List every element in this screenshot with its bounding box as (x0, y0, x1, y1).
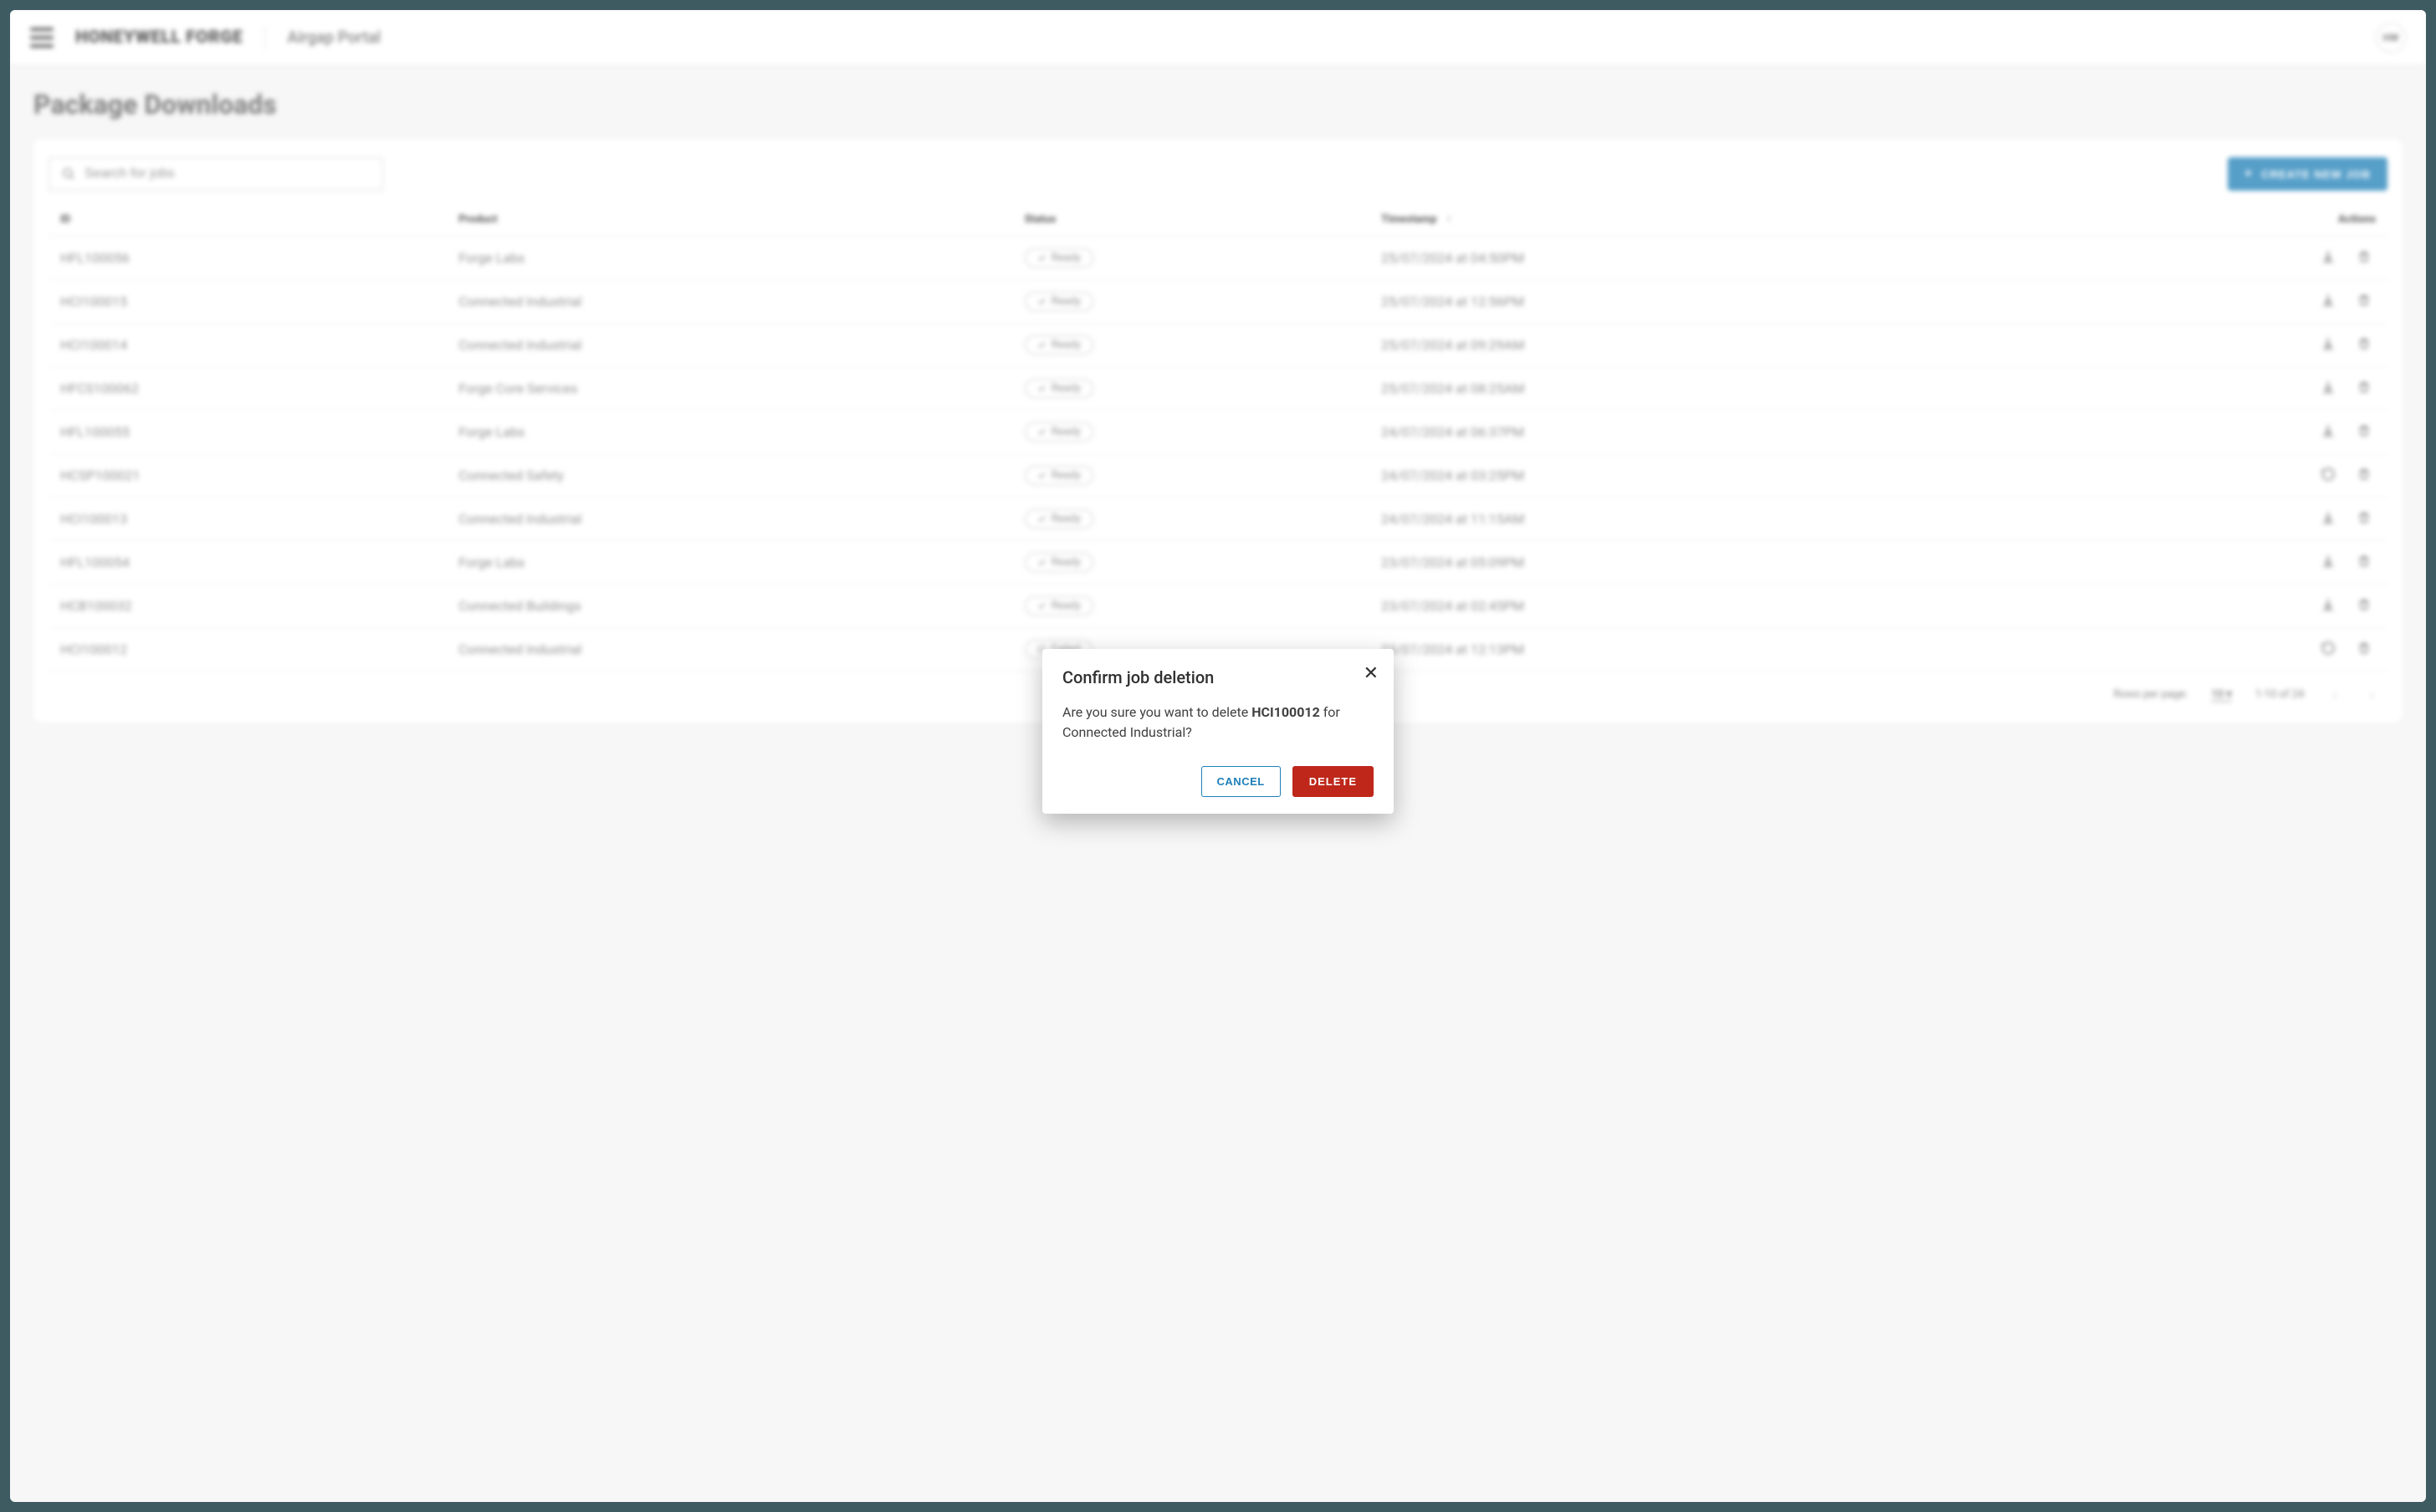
delete-button[interactable]: DELETE (1292, 766, 1374, 797)
dialog-job-id: HCI100012 (1251, 704, 1320, 720)
close-icon[interactable]: ✕ (1364, 664, 1379, 682)
app-window: HONEYWELL FORGE Airgap Portal HW Package… (10, 10, 2426, 1502)
cancel-button[interactable]: CANCEL (1201, 766, 1281, 797)
dialog-body: Are you sure you want to delete HCI10001… (1062, 702, 1374, 743)
confirm-delete-dialog: Confirm job deletion ✕ Are you sure you … (1042, 649, 1394, 814)
modal-scrim[interactable]: Confirm job deletion ✕ Are you sure you … (10, 10, 2426, 1502)
dialog-title: Confirm job deletion (1062, 667, 1374, 687)
dialog-actions: CANCEL DELETE (1062, 766, 1374, 797)
